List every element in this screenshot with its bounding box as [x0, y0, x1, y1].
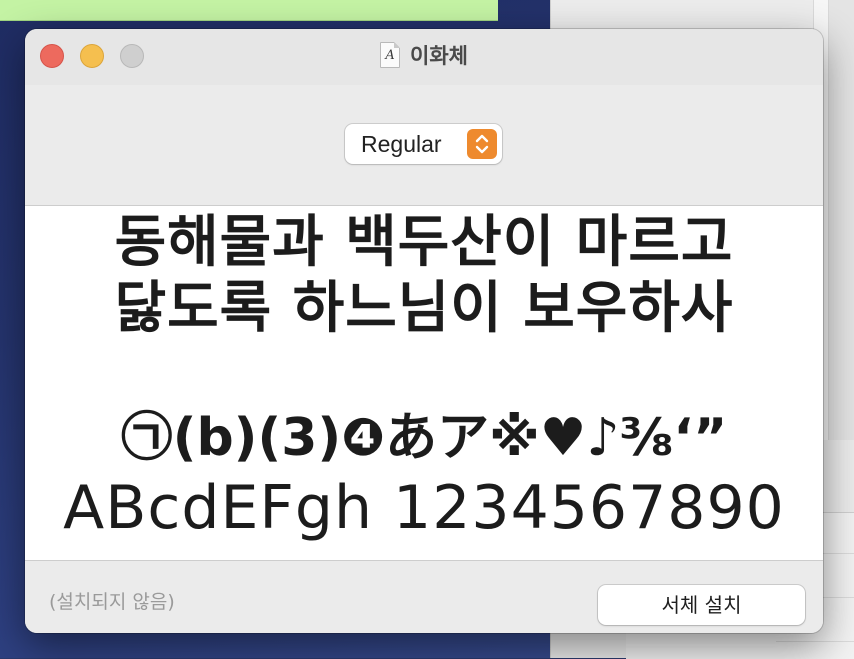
- toolbar: Regular: [25, 85, 823, 206]
- preview-line-2: 닳도록 하느님이 보우하사: [114, 276, 734, 341]
- background-scrollbar: [829, 0, 854, 440]
- install-font-button[interactable]: 서체 설치: [598, 585, 805, 625]
- preview-line-4: ABcdEFgh 1234567890: [63, 473, 785, 543]
- style-select[interactable]: Regular: [345, 124, 502, 164]
- install-status: (설치되지 않음): [49, 591, 175, 613]
- style-select-value: Regular: [361, 131, 442, 157]
- footer: (설치되지 않음) 서체 설치: [25, 561, 823, 633]
- font-preview-area: 동해물과 백두산이 마르고 닳도록 하느님이 보우하사 ㉠(b)(3)❹あア※♥…: [25, 206, 823, 561]
- preview-line-3: ㉠(b)(3)❹あア※♥♪⅜‘”: [120, 408, 728, 468]
- title-group: A 이화체: [25, 40, 823, 70]
- up-down-chevron-icon[interactable]: [467, 129, 497, 159]
- font-preview-window: A 이화체 Regular 동해물과 백두산이 마르고 닳도록 하느님이 보우하…: [25, 29, 823, 633]
- preview-line-1: 동해물과 백두산이 마르고: [114, 210, 734, 275]
- title-bar[interactable]: A 이화체: [25, 29, 823, 85]
- window-title: 이화체: [410, 44, 468, 68]
- background-window-strip: [0, 0, 498, 21]
- font-document-icon: A: [380, 42, 401, 68]
